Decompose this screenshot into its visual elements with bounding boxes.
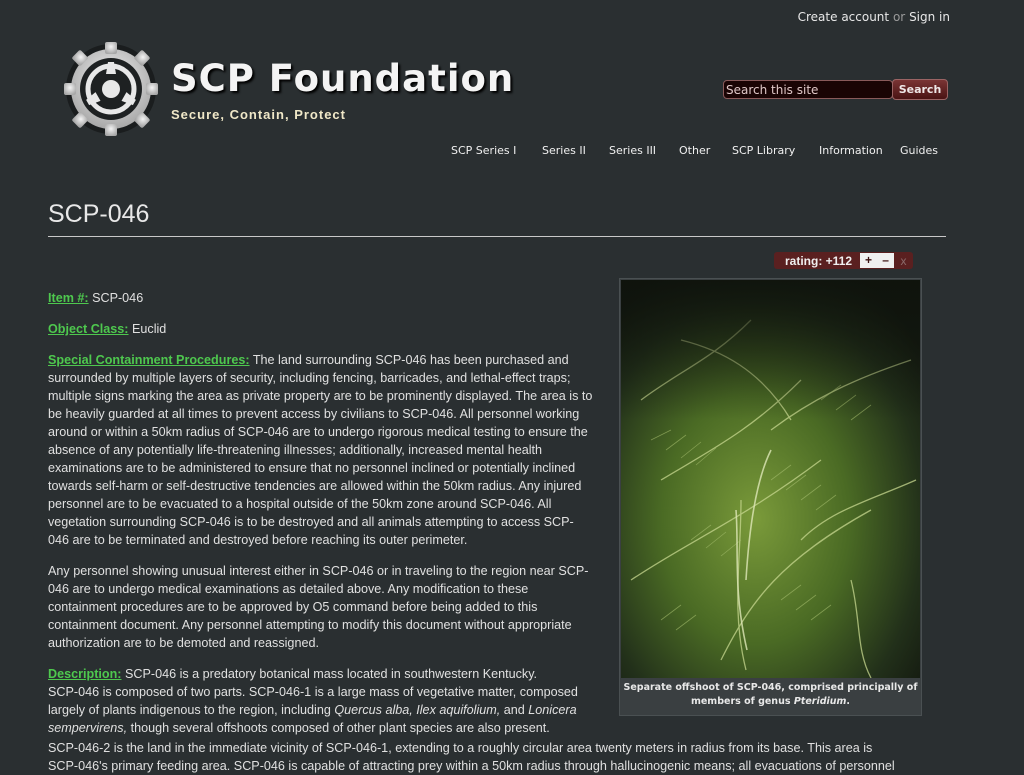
caption-end: . [846, 696, 851, 707]
description-line-3: SCP-046-2 is the land in the immediate v… [48, 741, 873, 755]
description-paragraph: Description: SCP-046 is a predatory bota… [48, 665, 594, 737]
nav-scp-library[interactable]: SCP Library [732, 144, 795, 157]
image-caption: Separate offshoot of SCP-046, comprised … [620, 681, 921, 709]
object-class-line: Object Class: Euclid [48, 320, 594, 338]
nav-series-2[interactable]: Series II [542, 144, 586, 157]
containment-text: The land surrounding SCP-046 has been pu… [48, 353, 593, 547]
account-or-text: or [892, 10, 906, 24]
downvote-button[interactable]: – [877, 253, 895, 268]
account-links: Create account or Sign in [798, 10, 950, 24]
description-line-2b: though several offshoots composed of oth… [127, 721, 550, 735]
item-number-label: Item #: [48, 291, 89, 305]
site-tagline: Secure, Contain, Protect [171, 107, 346, 122]
description-line-4: SCP-046's primary feeding area. SCP-046 … [48, 759, 895, 773]
title-divider [48, 236, 946, 237]
description-label: Description: [48, 667, 122, 681]
article-body: Item #: SCP-046 Object Class: Euclid Spe… [48, 289, 594, 737]
object-class-label: Object Class: [48, 322, 129, 336]
containment-label: Special Containment Procedures: [48, 353, 250, 367]
description-and: and [500, 703, 529, 717]
sign-in-link[interactable]: Sign in [909, 10, 950, 24]
containment-paragraph-2: Any personnel showing unusual interest e… [48, 564, 589, 650]
scp-logo-icon[interactable] [64, 42, 158, 136]
site-title[interactable]: SCP Foundation [171, 57, 514, 100]
object-class-value: Euclid [132, 322, 167, 336]
item-number-value: SCP-046 [92, 291, 144, 305]
item-number-line: Item #: SCP-046 [48, 289, 594, 307]
nav-series-3[interactable]: Series III [609, 144, 656, 157]
description-line-1: SCP-046 is a predatory botanical mass lo… [124, 667, 538, 681]
nav-guides[interactable]: Guides [900, 144, 938, 157]
nav-other[interactable]: Other [679, 144, 710, 157]
upvote-button[interactable]: + [860, 253, 878, 268]
fern-photo[interactable] [621, 280, 920, 678]
page-title: SCP-046 [48, 200, 150, 228]
containment-paragraph: Special Containment Procedures: The land… [48, 351, 594, 549]
caption-genus: Pteridium [793, 696, 847, 707]
create-account-link[interactable]: Create account [798, 10, 890, 24]
cancel-vote-button[interactable]: x [894, 254, 913, 268]
scp-image-block: Separate offshoot of SCP-046, comprised … [619, 278, 922, 716]
description-continued: SCP-046-2 is the land in the immediate v… [48, 739, 918, 775]
nav-scp-series-1[interactable]: SCP Series I [451, 144, 516, 157]
search-button[interactable]: Search [892, 79, 948, 100]
rating-module: rating: +112 + – x [774, 252, 914, 269]
rating-value: rating: +112 [785, 253, 853, 268]
species-1: Quercus alba, Ilex aquifolium, [334, 703, 501, 717]
search-input[interactable] [723, 80, 893, 99]
caption-main: Separate offshoot of SCP-046, comprised … [623, 682, 918, 707]
nav-information[interactable]: Information [819, 144, 883, 157]
